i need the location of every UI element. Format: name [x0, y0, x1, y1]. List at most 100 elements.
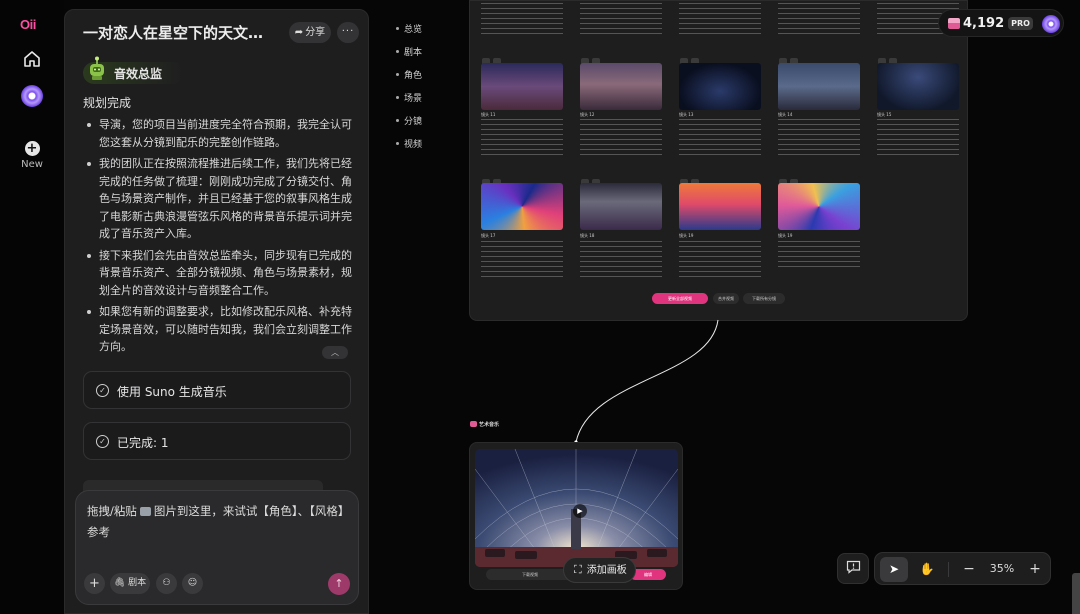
- download-video-button[interactable]: 下载视频: [486, 569, 574, 580]
- share-button[interactable]: ➦ 分享: [289, 22, 331, 43]
- cake-credits-icon: [948, 18, 960, 29]
- shot-description: [778, 241, 860, 271]
- script-label: 剧本: [128, 578, 147, 588]
- role-reference-button[interactable]: ⚇: [156, 573, 177, 594]
- send-arrow-up-icon[interactable]: ↑: [328, 573, 350, 595]
- play-icon[interactable]: ▶: [573, 504, 587, 518]
- shot-controls[interactable]: [482, 171, 504, 186]
- shot-label: 镜头 18: [580, 233, 595, 238]
- shot-controls[interactable]: [482, 50, 504, 65]
- shot-controls[interactable]: [680, 50, 702, 65]
- bullet-item: 如果您有新的调整要求，比如修改配乐风格、补充特定场景音效，可以随时告知我，我们会…: [85, 303, 357, 356]
- nav-item-script[interactable]: 剧本: [396, 45, 422, 68]
- style-reference-button[interactable]: ☺: [182, 573, 203, 594]
- add-canvas-button[interactable]: ⛶ 添加画板: [563, 557, 636, 583]
- section-nav: 总览 剧本 角色 场景 分镜 视频: [396, 22, 422, 160]
- shot-thumbnail[interactable]: [580, 63, 662, 110]
- shot-label: 镜头 13: [679, 112, 694, 117]
- home-icon[interactable]: [22, 49, 42, 69]
- bullet-item: 导演，您的项目当前进度完全符合预期，我完全认可您这套从分镜到配乐的完整创作链路。: [85, 116, 357, 151]
- input-placeholder: 拖拽/粘贴 图片到这里，来试试【角色】、【风格】参考: [87, 501, 349, 543]
- shot-label: 镜头 19: [679, 233, 694, 238]
- chat-input[interactable]: 拖拽/粘贴 图片到这里，来试试【角色】、【风格】参考 + 🖇 剧本 ⚇ ☺ ↑: [75, 490, 359, 605]
- placeholder-part: 拖拽/粘贴: [87, 504, 137, 518]
- shot-label: 镜头 11: [481, 112, 496, 117]
- message-bullets: 导演，您的项目当前进度完全符合预期，我完全认可您这套从分镜到配乐的完整创作链路。…: [85, 116, 357, 360]
- merge-video-button[interactable]: 合并视频: [713, 293, 739, 304]
- side-drawer-handle[interactable]: [1072, 573, 1080, 614]
- plan-title: 规划完成: [83, 96, 132, 110]
- shot-label: 镜头 15: [877, 112, 892, 117]
- project-avatar-icon[interactable]: [21, 85, 43, 107]
- task-card-label: 已完成: 1: [117, 436, 169, 450]
- shot-description: [778, 3, 860, 35]
- music-node-title: 艺术音乐: [479, 422, 500, 428]
- music-icon: [470, 421, 477, 427]
- new-project-button[interactable]: + New: [14, 141, 50, 170]
- shot-description: [481, 3, 563, 35]
- shot-description: [481, 241, 563, 277]
- download-storyboard-button[interactable]: 下载所有分镜: [743, 293, 785, 304]
- storyboard-board[interactable]: 镜头 11 镜头 12 镜头 13 镜头 14 镜头 15 镜头 17 镜头 1…: [469, 0, 968, 321]
- shot-controls[interactable]: [779, 50, 801, 65]
- face-icon: ☺: [187, 578, 198, 588]
- shot-thumbnail[interactable]: [778, 63, 860, 110]
- credits-amount: 4,192: [963, 16, 1005, 31]
- shot-controls[interactable]: [680, 171, 702, 186]
- share-icon: ➦: [294, 27, 304, 38]
- canvas-toolbar: ➤ ✋ − 35% +: [874, 552, 1051, 585]
- credits-pill[interactable]: 4,192 PRO: [938, 9, 1064, 37]
- add-canvas-label: 添加画板: [586, 565, 627, 576]
- pro-badge: PRO: [1008, 17, 1033, 30]
- app-logo[interactable]: Oii: [20, 17, 36, 32]
- planetarium-video[interactable]: ▶: [475, 449, 678, 567]
- shot-thumbnail[interactable]: [679, 63, 761, 110]
- user-avatar[interactable]: [1042, 15, 1060, 33]
- paperclip-icon: 🖇: [113, 578, 126, 588]
- shot-label: 镜头 14: [778, 112, 793, 117]
- plus-icon: +: [24, 141, 40, 156]
- update-all-videos-button[interactable]: 更新全部视频: [652, 293, 708, 304]
- shot-controls[interactable]: [878, 50, 900, 65]
- more-button[interactable]: ···: [337, 22, 359, 43]
- shot-label: 镜头 19: [778, 233, 793, 238]
- nav-item-storyboard[interactable]: 分镜: [396, 114, 422, 137]
- shot-description: [679, 241, 761, 277]
- robot-agent-icon: [90, 56, 104, 80]
- script-button[interactable]: 🖇 剧本: [110, 573, 150, 594]
- shot-description: [679, 3, 761, 35]
- nav-item-scenes[interactable]: 场景: [396, 91, 422, 114]
- frame-icon: ⛶: [574, 563, 582, 576]
- shot-thumbnail[interactable]: [481, 183, 563, 230]
- shot-description: [580, 119, 662, 155]
- zoom-in-button[interactable]: +: [1025, 557, 1045, 582]
- attach-plus-button[interactable]: +: [84, 573, 105, 594]
- select-cursor-icon[interactable]: ➤: [880, 557, 908, 582]
- shot-thumbnail[interactable]: [481, 63, 563, 110]
- task-card-completed[interactable]: ✓ 已完成: 1: [83, 422, 351, 460]
- check-icon: ✓: [96, 435, 109, 448]
- nav-item-characters[interactable]: 角色: [396, 68, 422, 91]
- check-icon: ✓: [96, 384, 109, 397]
- shot-controls[interactable]: [581, 171, 603, 186]
- collapse-chevron-up-icon[interactable]: ︿: [322, 346, 348, 359]
- hand-pan-icon[interactable]: ✋: [914, 557, 940, 582]
- agent-name: 音效总监: [114, 67, 163, 81]
- share-label: 分享: [305, 27, 326, 38]
- shot-description: [778, 119, 860, 155]
- task-card-suno[interactable]: ✓ 使用 Suno 生成音乐: [83, 371, 351, 409]
- shot-thumbnail[interactable]: [580, 183, 662, 230]
- shot-description: [679, 119, 761, 155]
- shot-controls[interactable]: [581, 50, 603, 65]
- project-title: 一对恋人在星空下的天文馆...: [83, 24, 273, 42]
- people-icon: ⚇: [162, 578, 171, 588]
- shot-controls[interactable]: [779, 171, 801, 186]
- shot-thumbnail[interactable]: [778, 183, 860, 230]
- nav-item-overview[interactable]: 总览: [396, 22, 422, 45]
- feedback-button[interactable]: [837, 553, 869, 584]
- app-root: Oii + New 一对恋人在星空下的天文馆... ➦ 分享 ··· 音效总监 规…: [0, 0, 1080, 614]
- nav-item-video[interactable]: 视频: [396, 137, 422, 160]
- zoom-out-button[interactable]: −: [959, 557, 979, 582]
- shot-thumbnail[interactable]: [877, 63, 959, 110]
- shot-thumbnail[interactable]: [679, 183, 761, 230]
